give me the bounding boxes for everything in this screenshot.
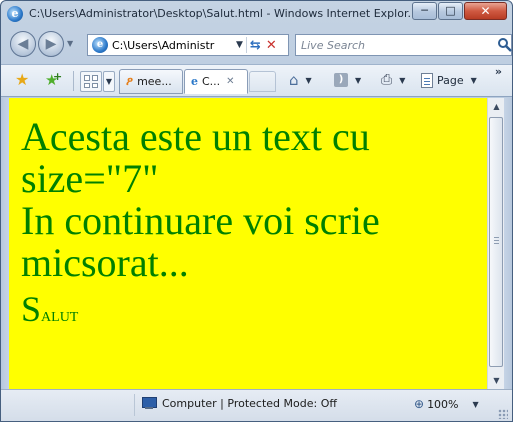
zoom-dropdown-icon[interactable]: ▼ bbox=[473, 400, 479, 409]
home-button[interactable]: ⌂ ▼ bbox=[289, 73, 312, 88]
caption-buttons: ─ □ ✕ bbox=[412, 2, 507, 21]
minimize-button[interactable]: ─ bbox=[412, 2, 437, 20]
computer-icon bbox=[141, 397, 157, 410]
address-bar[interactable]: e C:\Users\Administr ▼ ⇆ ✕ bbox=[87, 34, 289, 56]
page-icon bbox=[421, 73, 433, 88]
recent-pages-dropdown-icon[interactable]: ▼ bbox=[67, 39, 73, 48]
internet-explorer-icon: e bbox=[7, 6, 23, 22]
page-menu-button[interactable]: Page ▼ bbox=[421, 73, 477, 88]
maximize-button[interactable]: □ bbox=[438, 2, 463, 20]
page-content: Acesta este un text cu size="7" In conti… bbox=[9, 98, 487, 334]
close-button[interactable]: ✕ bbox=[464, 2, 507, 20]
zoom-level: 100% bbox=[427, 397, 459, 411]
address-divider bbox=[245, 37, 247, 53]
status-bar: Computer | Protected Mode: Off ⊕ 100% ▼ bbox=[1, 389, 512, 421]
minimize-icon: ─ bbox=[421, 4, 428, 17]
print-button[interactable]: ⎙ ▼ bbox=[381, 73, 405, 88]
new-tab-button[interactable] bbox=[249, 71, 276, 92]
tab-meebo[interactable]: ዖ mee... bbox=[119, 69, 183, 94]
grip-icon bbox=[494, 237, 499, 244]
favorites-star-icon[interactable]: ★ bbox=[15, 72, 29, 88]
close-icon: ✕ bbox=[480, 4, 491, 18]
printer-icon: ⎙ bbox=[381, 72, 393, 88]
salut-text: Salut bbox=[21, 290, 487, 334]
orange-page-icon: ዖ bbox=[126, 74, 134, 88]
zoom-icon: ⊕ bbox=[414, 397, 425, 411]
search-icon[interactable] bbox=[497, 37, 513, 53]
feeds-button[interactable]: ) ▼ bbox=[334, 73, 361, 87]
rss-feed-icon: ) bbox=[334, 73, 348, 87]
security-zone-label: Computer | Protected Mode: Off bbox=[162, 397, 337, 410]
browser-window: e C:\Users\Administrator\Desktop\Salut.h… bbox=[0, 0, 513, 422]
page-ie-icon: e bbox=[92, 37, 108, 53]
home-dropdown-icon[interactable]: ▼ bbox=[306, 76, 312, 85]
feeds-dropdown-icon[interactable]: ▼ bbox=[355, 76, 361, 85]
zoom-control[interactable]: ⊕ 100% ▼ bbox=[414, 397, 479, 411]
home-icon: ⌂ bbox=[289, 71, 299, 89]
tab-label: C... bbox=[202, 75, 221, 88]
quick-tabs-button[interactable] bbox=[80, 71, 102, 92]
stop-icon[interactable]: ✕ bbox=[266, 38, 277, 53]
tab-current[interactable]: e C... ✕ bbox=[184, 69, 248, 94]
salut-initial: S bbox=[21, 289, 42, 329]
page-dropdown-icon[interactable]: ▼ bbox=[471, 76, 477, 85]
add-favorites-icon[interactable]: ★ + bbox=[45, 70, 62, 88]
resize-grip[interactable] bbox=[498, 409, 508, 419]
forward-arrow-icon: ▶ bbox=[45, 36, 57, 52]
status-text-area bbox=[7, 394, 135, 416]
toolbar-divider bbox=[73, 71, 74, 91]
search-input[interactable]: Live Search bbox=[301, 39, 365, 52]
vertical-scrollbar[interactable]: ▲ ▼ bbox=[487, 98, 504, 389]
tab-list-dropdown-icon: ▼ bbox=[105, 77, 113, 86]
page-viewport: Acesta este un text cu size="7" In conti… bbox=[9, 98, 487, 389]
tab-toolbar: ★ ★ + ▼ ዖ mee... e C... ✕ ⌂ ▼ ) ▼ ⎙ ▼ Pag bbox=[1, 64, 512, 97]
scroll-down-icon[interactable]: ▼ bbox=[489, 372, 504, 389]
tab-list-dropdown[interactable]: ▼ bbox=[103, 71, 115, 92]
navigation-bar: ◀ ▶ ▼ e C:\Users\Administr ▼ ⇆ ✕ Live Se… bbox=[1, 27, 512, 64]
salut-rest: alut bbox=[41, 304, 79, 326]
more-commands-icon[interactable]: » bbox=[495, 65, 502, 78]
refresh-icon[interactable]: ⇆ bbox=[250, 38, 261, 53]
close-tab-icon[interactable]: ✕ bbox=[226, 76, 234, 87]
window-frame-left bbox=[1, 98, 9, 389]
large-text-line: Acesta este un text cu size="7" bbox=[21, 114, 370, 201]
security-zone[interactable]: Computer | Protected Mode: Off bbox=[141, 397, 337, 410]
scrollbar-thumb[interactable] bbox=[489, 117, 503, 367]
tab-label: mee... bbox=[137, 75, 172, 88]
address-input[interactable]: C:\Users\Administr bbox=[112, 39, 232, 52]
title-bar[interactable]: e C:\Users\Administrator\Desktop\Salut.h… bbox=[1, 1, 512, 27]
forward-button[interactable]: ▶ bbox=[38, 31, 64, 57]
print-dropdown-icon[interactable]: ▼ bbox=[399, 76, 405, 85]
continue-text-line: In continuare voi scrie micsorat... bbox=[21, 198, 380, 285]
plus-icon: + bbox=[53, 70, 63, 83]
address-dropdown-icon[interactable]: ▼ bbox=[236, 40, 243, 50]
maximize-icon: □ bbox=[445, 4, 456, 17]
search-box[interactable]: Live Search bbox=[295, 34, 512, 56]
window-title: C:\Users\Administrator\Desktop\Salut.htm… bbox=[29, 7, 414, 20]
ie-page-icon: e bbox=[191, 75, 198, 88]
page-menu-label: Page bbox=[437, 74, 464, 87]
scroll-up-icon[interactable]: ▲ bbox=[489, 98, 504, 115]
back-arrow-icon: ◀ bbox=[17, 36, 29, 52]
window-frame-right bbox=[504, 98, 512, 389]
back-button[interactable]: ◀ bbox=[10, 31, 36, 57]
